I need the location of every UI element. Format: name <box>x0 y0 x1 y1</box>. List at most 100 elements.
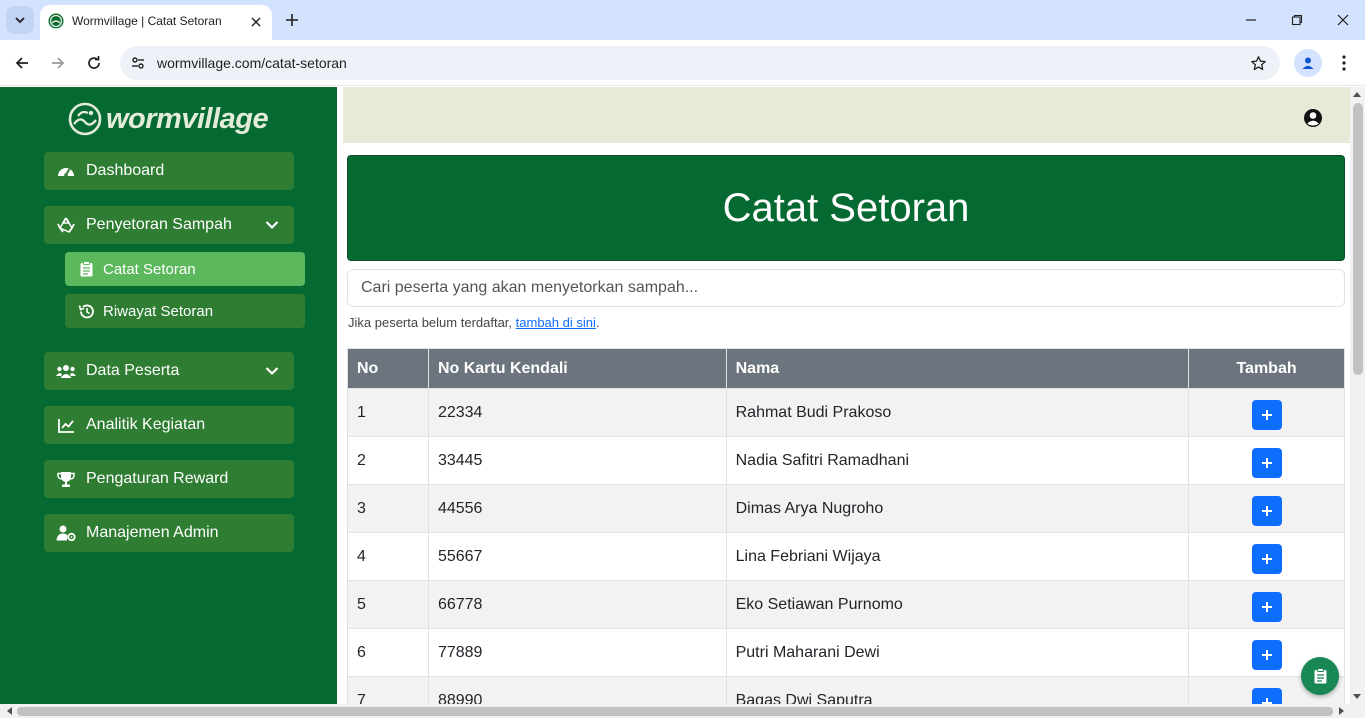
register-link[interactable]: tambah di sini <box>516 315 596 330</box>
tab-search-button[interactable] <box>6 6 34 34</box>
sidebar-item-pengaturan-reward[interactable]: Pengaturan Reward <box>44 460 294 498</box>
cell-no: 3 <box>347 484 429 533</box>
gauge-icon <box>56 161 76 181</box>
new-tab-button[interactable] <box>280 8 304 32</box>
scroll-down-arrow[interactable] <box>1350 690 1364 704</box>
address-bar[interactable]: wormvillage.com/catat-setoran <box>120 46 1280 80</box>
participant-search-input[interactable] <box>347 269 1345 307</box>
plus-icon <box>1261 553 1272 564</box>
scroll-right-arrow[interactable] <box>1335 704 1349 718</box>
cell-nama: Eko Setiawan Purnomo <box>725 580 1190 629</box>
table-row: 4 55667 Lina Febriani Wijaya <box>347 532 1345 581</box>
sidebar-subitem-riwayat-setoran[interactable]: Riwayat Setoran <box>65 294 305 328</box>
sidebar-subitem-catat-setoran[interactable]: Catat Setoran <box>65 252 305 286</box>
horizontal-scroll-thumb[interactable] <box>17 707 1333 716</box>
add-deposit-button[interactable] <box>1251 639 1282 670</box>
cell-no: 1 <box>347 388 429 437</box>
cell-tambah <box>1188 436 1345 485</box>
table-row: 1 22334 Rahmat Budi Prakoso <box>347 388 1345 437</box>
plus-icon <box>1261 505 1272 516</box>
browser-toolbar: wormvillage.com/catat-setoran <box>0 40 1365 86</box>
cell-no: 2 <box>347 436 429 485</box>
user-circle-icon[interactable] <box>1303 108 1323 128</box>
main-content: Catat Setoran Jika peserta belum terdaft… <box>337 87 1350 704</box>
cell-nama: Nadia Safitri Ramadhani <box>725 436 1190 485</box>
sidebar-item-label: Manajemen Admin <box>86 524 219 541</box>
cell-no: 4 <box>347 532 429 581</box>
forward-button[interactable] <box>44 49 72 77</box>
sidebar-item-dashboard[interactable]: Dashboard <box>44 152 294 190</box>
add-deposit-button[interactable] <box>1251 591 1282 622</box>
profile-button[interactable] <box>1294 49 1322 77</box>
sidebar-item-penyetoran-sampah[interactable]: Penyetoran Sampah <box>44 206 294 244</box>
sidebar-item-data-peserta[interactable]: Data Peserta <box>44 352 294 390</box>
restore-button[interactable] <box>1283 6 1311 34</box>
chevron-down-icon <box>262 361 282 381</box>
plus-icon <box>1261 697 1272 704</box>
site-info-icon[interactable] <box>128 53 148 73</box>
cell-nama: Putri Maharani Dewi <box>725 628 1190 677</box>
cell-kartu: 22334 <box>427 388 727 437</box>
chevron-down-icon <box>262 215 282 235</box>
cell-kartu: 66778 <box>427 580 727 629</box>
minimize-icon <box>1246 19 1256 21</box>
add-deposit-button[interactable] <box>1251 399 1282 430</box>
cell-kartu: 88990 <box>427 676 727 704</box>
horizontal-scrollbar[interactable] <box>0 704 1365 718</box>
sidebar-item-analitik-kegiatan[interactable]: Analitik Kegiatan <box>44 406 294 444</box>
vertical-scroll-thumb[interactable] <box>1353 103 1363 375</box>
register-hint: Jika peserta belum terdaftar, tambah di … <box>348 315 600 330</box>
cell-no: 7 <box>347 676 429 704</box>
scroll-up-arrow[interactable] <box>1350 87 1364 101</box>
cell-no: 5 <box>347 580 429 629</box>
chart-line-icon <box>56 415 76 435</box>
back-button[interactable] <box>8 49 36 77</box>
tab-close-button[interactable] <box>246 12 266 32</box>
sidebar-item-manajemen-admin[interactable]: Manajemen Admin <box>44 514 294 552</box>
table-header-row: No No Kartu Kendali Nama Tambah <box>347 348 1345 389</box>
participants-table-wrapper: No No Kartu Kendali Nama Tambah 1 22334 Ra… <box>347 348 1345 704</box>
register-hint-text: Jika peserta belum terdaftar, <box>348 315 516 330</box>
wormvillage-logo-icon <box>68 102 102 136</box>
table-row: 3 44556 Dimas Arya Nugroho <box>347 484 1345 533</box>
recycle-icon <box>56 215 76 235</box>
cell-nama: Bagas Dwi Saputra <box>725 676 1190 704</box>
cell-tambah <box>1188 484 1345 533</box>
close-icon <box>251 17 261 27</box>
plus-icon <box>1261 409 1272 420</box>
browser-menu-button[interactable] <box>1330 49 1358 77</box>
person-icon <box>1302 57 1314 69</box>
add-deposit-button[interactable] <box>1251 447 1282 478</box>
clipboard-icon <box>1314 668 1326 684</box>
participants-table: No No Kartu Kendali Nama Tambah 1 22334 Ra… <box>347 348 1345 704</box>
chevron-down-icon <box>15 17 25 24</box>
add-deposit-button[interactable] <box>1251 543 1282 574</box>
close-window-button[interactable] <box>1329 6 1357 34</box>
add-deposit-button[interactable] <box>1251 687 1282 704</box>
bookmark-star-button[interactable] <box>1248 53 1268 73</box>
sidebar-item-label: Riwayat Setoran <box>103 302 214 320</box>
reload-button[interactable] <box>80 49 108 77</box>
column-header-no: No <box>347 348 429 389</box>
sidebar-item-label: Pengaturan Reward <box>86 470 229 487</box>
table-row: 6 77889 Putri Maharani Dewi <box>347 628 1345 677</box>
user-gear-icon <box>56 523 76 543</box>
brand-logo[interactable]: wormvillage <box>68 101 269 137</box>
plus-icon <box>1261 601 1272 612</box>
users-icon <box>56 361 76 381</box>
history-icon <box>77 302 95 320</box>
cell-kartu: 44556 <box>427 484 727 533</box>
vertical-scrollbar[interactable] <box>1350 87 1365 704</box>
trophy-icon <box>56 469 76 489</box>
sidebar-item-label: Analitik Kegiatan <box>86 416 206 433</box>
cell-nama: Rahmat Budi Prakoso <box>725 388 1190 437</box>
floating-clipboard-button[interactable] <box>1301 657 1339 695</box>
scroll-left-arrow[interactable] <box>2 704 16 718</box>
add-deposit-button[interactable] <box>1251 495 1282 526</box>
arrow-left-icon <box>15 57 28 69</box>
plus-icon <box>1261 457 1272 468</box>
top-navbar <box>343 87 1350 143</box>
minimize-button[interactable] <box>1237 6 1265 34</box>
table-row: 5 66778 Eko Setiawan Purnomo <box>347 580 1345 629</box>
browser-tab[interactable]: Wormvillage | Catat Setoran <box>40 5 272 40</box>
